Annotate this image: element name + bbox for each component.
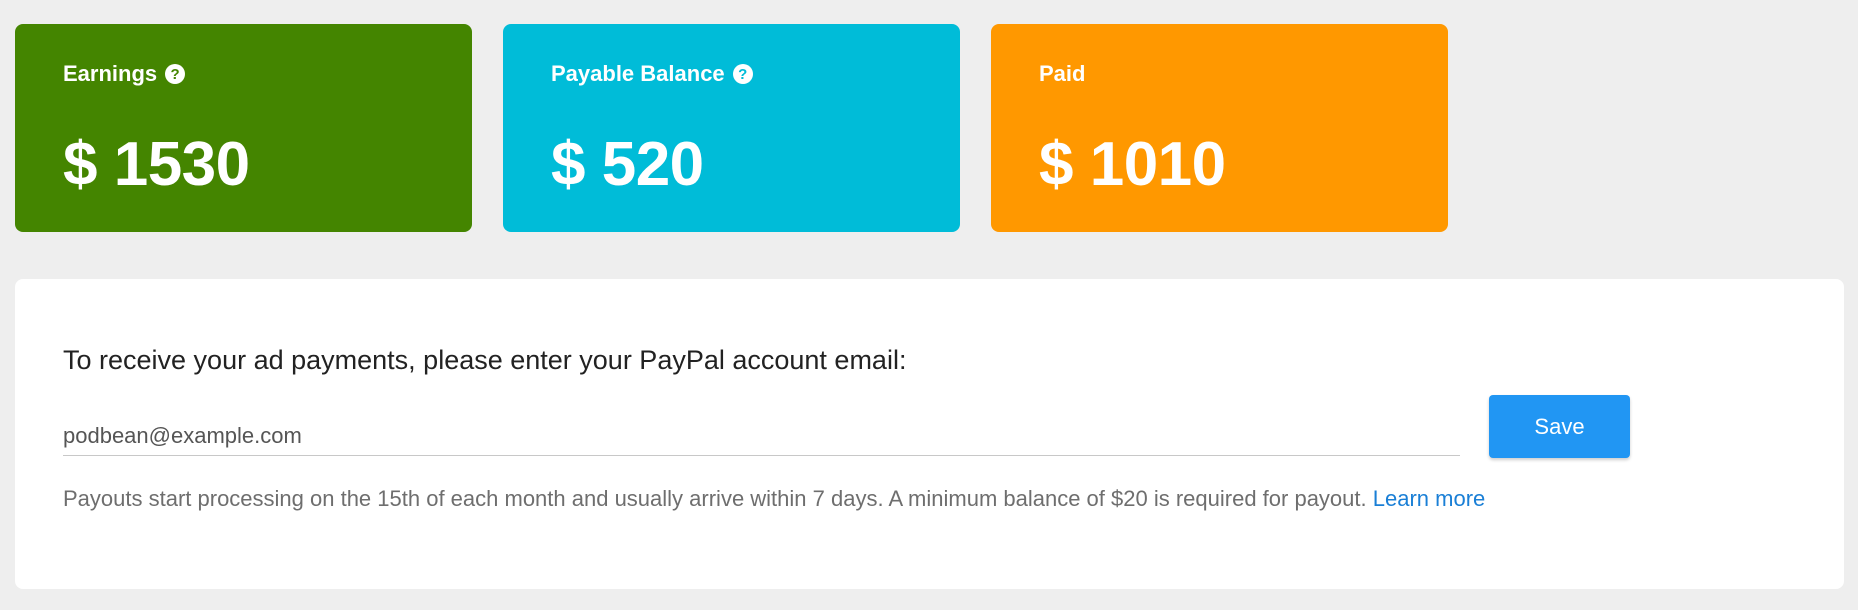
email-field-wrapper bbox=[63, 417, 1460, 456]
summary-cards: Earnings ? $ 1530 Payable Balance ? $ 52… bbox=[15, 24, 1448, 232]
earnings-label: Earnings bbox=[63, 61, 158, 86]
learn-more-link[interactable]: Learn more bbox=[1373, 486, 1486, 511]
payout-note: Payouts start processing on the 15th of … bbox=[63, 485, 1485, 514]
payout-note-text: Payouts start processing on the 15th of … bbox=[63, 486, 1367, 511]
earnings-value: $ 1530 bbox=[63, 130, 250, 199]
paypal-prompt: To receive your ad payments, please ente… bbox=[63, 345, 907, 375]
paid-label: Paid bbox=[1039, 61, 1086, 86]
paid-value: $ 1010 bbox=[1039, 130, 1226, 199]
payable-balance-value: $ 520 bbox=[551, 130, 704, 199]
paid-card-title: Paid bbox=[1039, 62, 1400, 86]
help-icon[interactable]: ? bbox=[165, 64, 186, 84]
paypal-email-input[interactable] bbox=[63, 417, 1460, 455]
help-icon[interactable]: ? bbox=[732, 64, 753, 84]
payout-settings-panel: To receive your ad payments, please ente… bbox=[15, 279, 1844, 589]
earnings-card: Earnings ? $ 1530 bbox=[15, 24, 472, 232]
earnings-card-title: Earnings ? bbox=[63, 62, 424, 86]
payable-balance-label: Payable Balance bbox=[551, 61, 725, 86]
save-button[interactable]: Save bbox=[1489, 395, 1630, 458]
payable-balance-card-title: Payable Balance ? bbox=[551, 62, 912, 86]
payable-balance-card: Payable Balance ? $ 520 bbox=[503, 24, 960, 232]
paid-card: Paid $ 1010 bbox=[991, 24, 1448, 232]
